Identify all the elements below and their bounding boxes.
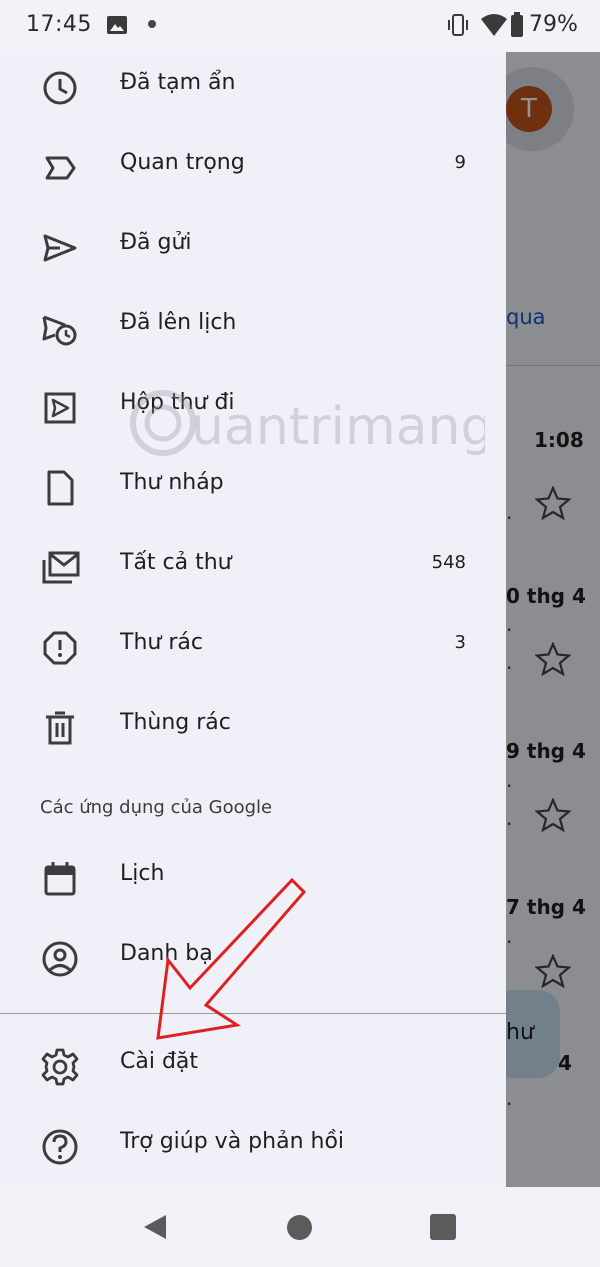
drawer-item-calendar[interactable]: Lịch (0, 839, 506, 919)
drawer-item-count: 9 (454, 152, 466, 173)
label-important-icon (45, 156, 76, 180)
status-bar: 17:45 79% (0, 0, 600, 52)
notification-dot-icon (148, 20, 156, 28)
vibrate-icon (448, 14, 468, 36)
battery-icon (511, 12, 523, 37)
image-notification-icon (107, 16, 127, 34)
drawer-item-contacts[interactable]: Danh bạ (0, 919, 506, 999)
drawer-item-label: Tất cả thư (120, 550, 232, 575)
drawer-item-count: 3 (454, 632, 466, 653)
back-icon[interactable] (142, 1213, 168, 1241)
drawer-item-label: Đã gửi (120, 230, 192, 255)
draft-icon (47, 470, 74, 506)
drawer-item-label: Trợ giúp và phản hồi (120, 1129, 345, 1154)
spam-icon (43, 631, 77, 665)
drawer-divider (0, 1013, 506, 1014)
drawer-item-all-mail[interactable]: Tất cả thư 548 (0, 528, 506, 608)
wifi-icon (481, 14, 507, 36)
battery-percent: 79% (529, 12, 578, 37)
drawer-scrim[interactable] (506, 52, 600, 1187)
drawer-item-label: Thùng rác (120, 710, 231, 735)
drawer-item-sent[interactable]: Đã gửi (0, 208, 506, 288)
drawer-item-label: Danh bạ (120, 941, 213, 966)
home-icon[interactable] (287, 1215, 312, 1240)
drawer-item-count: 548 (431, 552, 466, 573)
trash-icon (46, 711, 74, 745)
google-apps-header: Các ứng dụng của Google (40, 797, 273, 818)
status-time: 17:45 (26, 12, 92, 37)
drawer-item-trash[interactable]: Thùng rác (0, 688, 506, 768)
drawer-item-label: Lịch (120, 861, 165, 886)
contacts-icon (42, 941, 78, 977)
settings-gear-icon (41, 1048, 79, 1086)
send-icon (43, 234, 77, 262)
drawer-item-label: Thư rác (120, 630, 203, 655)
drawer-item-label: Cài đặt (120, 1049, 199, 1074)
drawer-item-label: Thư nháp (120, 470, 224, 495)
recent-apps-icon[interactable] (430, 1214, 456, 1240)
drawer-item-spam[interactable]: Thư rác 3 (0, 608, 506, 688)
drawer-item-important[interactable]: Quan trọng 9 (0, 128, 506, 208)
drawer-item-label: Quan trọng (120, 150, 245, 175)
system-navigation-bar (0, 1187, 600, 1267)
clock-icon (43, 71, 77, 105)
drawer-item-snoozed[interactable]: Đã tạm ẩn (0, 48, 506, 128)
all-mail-icon (42, 551, 80, 584)
outbox-icon (44, 392, 76, 424)
drawer-item-label: Đã tạm ẩn (120, 70, 236, 95)
calendar-icon (44, 862, 76, 896)
watermark-text: uantrimang (191, 397, 485, 457)
watermark-logo: uantrimang (130, 390, 485, 457)
help-icon (42, 1129, 78, 1165)
navigation-drawer: Đã tạm ẩn Quan trọng 9 Đã gửi Đã lên lịc… (0, 52, 506, 1187)
drawer-item-scheduled[interactable]: Đã lên lịch (0, 288, 506, 368)
drawer-item-label: Đã lên lịch (120, 310, 237, 335)
drawer-item-help[interactable]: Trợ giúp và phản hồi (0, 1107, 506, 1187)
drawer-item-settings[interactable]: Cài đặt (0, 1027, 506, 1107)
schedule-send-icon (42, 315, 77, 346)
